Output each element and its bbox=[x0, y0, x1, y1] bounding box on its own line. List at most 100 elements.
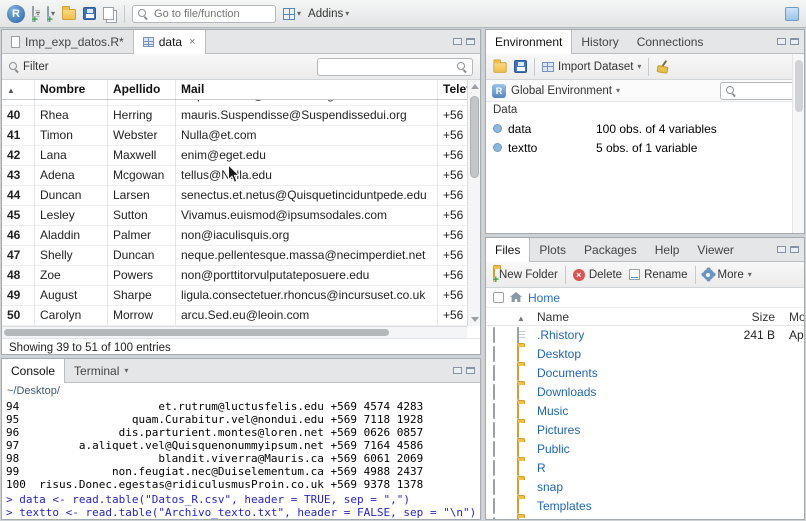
close-icon[interactable]: × bbox=[187, 36, 195, 48]
tab-data-viewer[interactable]: data × bbox=[132, 30, 206, 54]
cell-nombre[interactable]: Timon bbox=[35, 126, 108, 146]
tab-files[interactable]: Files bbox=[486, 238, 531, 262]
cell-nombre[interactable]: Rhea bbox=[35, 106, 108, 126]
cell-nombre[interactable]: Adena bbox=[35, 166, 108, 186]
cell-nombre[interactable]: Lana bbox=[35, 146, 108, 166]
cell-telefono[interactable]: +56 bbox=[438, 206, 467, 226]
cell-mail[interactable]: mauris.Suspendisse@Suspendissedui.org bbox=[176, 106, 438, 126]
maximize-icon[interactable] bbox=[790, 38, 799, 45]
cell-nombre[interactable]: August bbox=[35, 286, 108, 306]
cell-nombre[interactable]: Carolyn bbox=[35, 306, 108, 326]
cell-telefono[interactable]: +56 bbox=[438, 126, 467, 146]
tab-history[interactable]: History bbox=[572, 30, 627, 53]
file-row[interactable]: Music bbox=[486, 402, 804, 421]
cell-mail[interactable]: non@porttitorvulputateposuere.edu bbox=[176, 266, 438, 286]
cell-mail[interactable]: non@iaculisquis.org bbox=[176, 226, 438, 246]
table-row[interactable]: 49 August Sharpe ligula.consectetuer.rhoncu… bbox=[2, 286, 467, 306]
table-row[interactable]: 50 Carolyn Morrow arcu.Sed.eu@leoin.com +56 bbox=[2, 306, 467, 326]
scrollbar-thumb[interactable] bbox=[4, 329, 389, 336]
cell-telefono[interactable]: +56 bbox=[438, 246, 467, 266]
new-project-button[interactable]: ▾ bbox=[47, 5, 55, 26]
tab-terminal[interactable]: Terminal ▾ bbox=[65, 359, 137, 382]
file-row[interactable]: Downloads bbox=[486, 383, 804, 402]
cell-mail[interactable]: arcu.Sed.eu@leoin.com bbox=[176, 306, 438, 326]
cell-apellido[interactable]: Palmer bbox=[108, 226, 176, 246]
cell-apellido[interactable]: Powers bbox=[108, 266, 176, 286]
file-name[interactable]: Documents bbox=[537, 364, 727, 383]
table-row[interactable]: 47 Shelly Duncan neque.pellentesque.massa@n… bbox=[2, 246, 467, 266]
column-header-name[interactable]: Name bbox=[537, 308, 727, 328]
tab-script-file[interactable]: Imp_exp_datos.R* bbox=[2, 30, 133, 53]
cell-mail[interactable]: ligula.consectetuer.rhoncus@incursuset.c… bbox=[176, 286, 438, 306]
row-checkbox[interactable] bbox=[493, 441, 495, 457]
tab-plots[interactable]: Plots bbox=[530, 238, 575, 261]
filter-button[interactable]: Filter bbox=[9, 61, 49, 73]
goto-file-input[interactable] bbox=[152, 6, 271, 21]
import-dataset-button[interactable]: Import Dataset ▾ bbox=[542, 61, 641, 73]
cell-telefono[interactable]: +56 bbox=[438, 106, 467, 126]
scroll-up-icon[interactable] bbox=[471, 84, 479, 89]
minimize-icon[interactable] bbox=[777, 38, 786, 45]
cell-mail[interactable]: enim@eget.edu bbox=[176, 146, 438, 166]
cell-nombre[interactable]: Duncan bbox=[35, 186, 108, 206]
environment-item[interactable]: data 100 obs. of 4 variables bbox=[486, 119, 804, 138]
file-name[interactable]: R bbox=[537, 459, 727, 478]
new-file-button[interactable]: ▾ bbox=[32, 5, 40, 26]
vertical-scrollbar[interactable] bbox=[467, 80, 480, 326]
column-header-size[interactable]: Size bbox=[727, 308, 779, 328]
row-checkbox[interactable] bbox=[493, 479, 495, 495]
tab-viewer[interactable]: Viewer bbox=[688, 238, 742, 261]
row-checkbox[interactable] bbox=[493, 498, 495, 514]
tab-connections[interactable]: Connections bbox=[628, 30, 713, 53]
table-row[interactable]: 40 Rhea Herring mauris.Suspendisse@Suspendi… bbox=[2, 106, 467, 126]
file-name[interactable]: Pictures bbox=[537, 421, 727, 440]
cell-telefono[interactable]: +56 bbox=[438, 286, 467, 306]
table-searchbox[interactable] bbox=[317, 57, 473, 76]
file-name[interactable]: snap bbox=[537, 478, 727, 497]
file-name[interactable]: Videos bbox=[537, 516, 727, 519]
table-row[interactable]: 46 Aladdin Palmer non@iaculisquis.org +56 bbox=[2, 226, 467, 246]
file-name[interactable]: Music bbox=[537, 402, 727, 421]
scrollbar-thumb[interactable] bbox=[470, 96, 479, 178]
tab-console[interactable]: Console bbox=[2, 359, 66, 383]
object-name[interactable]: textto bbox=[508, 141, 590, 155]
maximize-icon[interactable] bbox=[790, 246, 799, 253]
cell-apellido[interactable]: Morrow bbox=[108, 306, 176, 326]
file-row[interactable]: Documents bbox=[486, 364, 804, 383]
tab-environment[interactable]: Environment bbox=[486, 30, 573, 54]
rename-button[interactable]: Rename bbox=[629, 269, 688, 281]
cell-apellido[interactable]: Sharpe bbox=[108, 286, 176, 306]
minimize-icon[interactable] bbox=[453, 38, 462, 45]
file-name[interactable]: Downloads bbox=[537, 383, 727, 402]
cell-telefono[interactable]: +56 bbox=[438, 266, 467, 286]
cell-mail[interactable]: Nulla@et.com bbox=[176, 126, 438, 146]
file-row[interactable]: .Rhistory 241 B Apr 2 bbox=[486, 326, 804, 345]
column-header-modified[interactable]: Modified bbox=[779, 308, 804, 328]
cell-mail[interactable]: Vivamus.euismod@ipsumsodales.com bbox=[176, 206, 438, 226]
load-workspace-button[interactable] bbox=[493, 59, 507, 73]
object-name[interactable]: data bbox=[508, 122, 590, 136]
breadcrumb-home[interactable]: Home bbox=[528, 291, 560, 305]
row-checkbox[interactable] bbox=[493, 403, 495, 419]
file-row[interactable]: Public bbox=[486, 440, 804, 459]
cell-telefono[interactable]: +56 bbox=[438, 226, 467, 246]
project-button[interactable] bbox=[785, 6, 799, 21]
row-checkbox[interactable] bbox=[493, 327, 495, 343]
cell-mail[interactable]: neque.pellentesque.massa@necimperdiet.ne… bbox=[176, 246, 438, 266]
cell-nombre[interactable]: Lesley bbox=[35, 206, 108, 226]
minimize-icon[interactable] bbox=[453, 367, 462, 374]
environment-searchbox[interactable] bbox=[720, 81, 798, 100]
cell-apellido[interactable]: Larsen bbox=[108, 186, 176, 206]
environment-search-input[interactable] bbox=[740, 83, 792, 98]
clear-environment-button[interactable] bbox=[656, 60, 669, 73]
save-workspace-button[interactable] bbox=[514, 60, 527, 73]
scrollbar-thumb[interactable] bbox=[795, 60, 803, 112]
cell-apellido[interactable]: Duncan bbox=[108, 246, 176, 266]
cell-telefono[interactable]: +56 bbox=[438, 146, 467, 166]
file-name[interactable]: .Rhistory bbox=[537, 326, 727, 345]
more-button[interactable]: More ▾ bbox=[702, 269, 752, 281]
cell-apellido[interactable]: Herring bbox=[108, 106, 176, 126]
row-checkbox[interactable] bbox=[493, 384, 495, 400]
file-row[interactable]: Desktop bbox=[486, 345, 804, 364]
cell-nombre[interactable]: Zoe bbox=[35, 266, 108, 286]
